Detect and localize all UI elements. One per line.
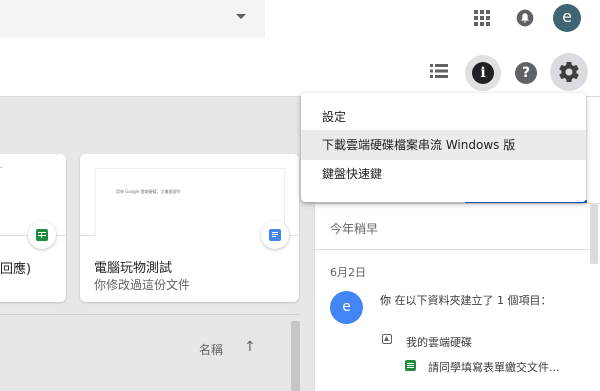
menu-item-settings[interactable]: 設定 — [301, 102, 586, 132]
sheets-icon — [36, 229, 48, 241]
sort-by-name-button[interactable]: 名稱 — [199, 341, 223, 358]
gear-icon — [559, 62, 579, 83]
apps-grid-icon[interactable] — [474, 10, 490, 26]
thumbnail-text: • — [0, 165, 3, 170]
thumbnail-page — [95, 168, 285, 236]
info-icon: i — [472, 62, 494, 84]
activity-actor: 你 — [380, 294, 391, 307]
main-scrollbar[interactable] — [291, 321, 300, 391]
activity-avatar: e — [330, 291, 363, 324]
activity-section-label: 今年稍早 — [330, 222, 379, 236]
section-divider — [0, 314, 300, 315]
panel-header-divider — [314, 203, 600, 204]
activity-action: 在以下資料夾建立了 1 個項目： — [391, 294, 552, 307]
activity-folder-link[interactable]: 我的雲端硬碟 — [406, 334, 472, 350]
search-options-chevron-down-icon[interactable] — [236, 14, 246, 19]
sort-direction-arrow-icon[interactable]: ↑ — [244, 339, 256, 355]
list-view-icon[interactable] — [430, 64, 448, 78]
file-title: 回應) — [0, 262, 32, 277]
menu-item-keyboard-shortcuts[interactable]: 鍵盤快速鍵 — [301, 159, 586, 189]
thumbnail-text: 用來 Google 雲端硬碟，文書處理作 — [116, 189, 181, 194]
panel-scrollbar[interactable] — [590, 204, 598, 264]
search-bar[interactable] — [0, 0, 265, 38]
account-avatar[interactable]: e — [553, 4, 581, 32]
file-subtitle: 你修改過這份文件 — [94, 278, 191, 292]
activity-date: 6月2日 — [330, 266, 366, 279]
drive-folder-icon — [382, 334, 392, 344]
activity-item-link[interactable]: 請同學填寫表單繳交文件... — [428, 359, 560, 375]
docs-icon — [269, 229, 281, 241]
notifications-bell-icon[interactable] — [515, 8, 535, 28]
menu-item-download-drive-file-stream[interactable]: 下載雲端硬碟檔案串流 Windows 版 — [301, 130, 586, 160]
activity-divider — [314, 249, 590, 250]
activity-description: 你 在以下資料夾建立了 1 個項目： — [380, 292, 552, 308]
settings-menu: 設定 下載雲端硬碟檔案串流 Windows 版 鍵盤快速鍵 — [301, 93, 586, 202]
help-icon[interactable]: ? — [515, 62, 537, 84]
sheets-icon — [405, 360, 416, 371]
file-title: 電腦玩物測試 — [94, 261, 173, 276]
